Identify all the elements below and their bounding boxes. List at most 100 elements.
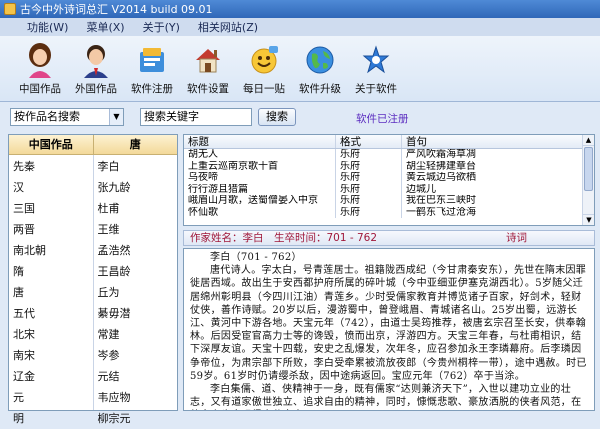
list-item[interactable]: 王昌龄	[94, 261, 178, 282]
search-mode-value: 按作品名搜索	[14, 110, 80, 123]
app-icon	[4, 3, 16, 15]
scroll-down-icon[interactable]: ▼	[583, 214, 594, 225]
list-item[interactable]: 先秦	[9, 156, 93, 177]
cell-title: 乌夜啼	[184, 172, 336, 184]
content-area: 标题 格式 首句 胡无人 乐府 严风吹霜海草凋 上重云巡南京歌十首 乐府 胡尘轻拂建章台…	[183, 134, 595, 411]
about-button[interactable]: 关于软件	[348, 36, 404, 102]
biography-heading: 李白（701 - 762）	[210, 252, 302, 263]
scrollbar-thumb[interactable]	[584, 147, 593, 191]
list-item[interactable]: 李白	[94, 156, 178, 177]
column-format[interactable]: 格式	[336, 135, 402, 148]
column-title[interactable]: 标题	[184, 135, 336, 148]
table-row[interactable]: 行行游且猎篇 乐府 边城儿	[184, 183, 594, 195]
chinese-works-button[interactable]: 中国作品	[12, 36, 68, 102]
cell-format: 乐府	[336, 172, 402, 184]
chinese-woman-avatar-icon	[23, 42, 57, 78]
cell-title: 胡无人	[184, 149, 336, 161]
toolbar: 中国作品 外国作品 软件注册 软件设置 每日一贴 软件升级 关于软件	[0, 36, 600, 102]
foreign-man-avatar-icon	[79, 42, 113, 78]
cell-format: 乐府	[336, 195, 402, 207]
list-item[interactable]: 柳宗元	[94, 408, 178, 429]
list-item[interactable]: 杜甫	[94, 198, 178, 219]
list-item[interactable]: 王维	[94, 219, 178, 240]
title-bar: 古今中外诗词总汇 V2014 build 09.01	[0, 0, 600, 18]
list-item[interactable]: 隋	[9, 261, 93, 282]
biography-text[interactable]: 李白（701 - 762） 唐代诗人。字太白，号青莲居士。祖籍陇西成纪（今甘肃秦…	[183, 248, 595, 411]
cell-first-line: 一鹤东飞过沧海	[406, 206, 476, 218]
smiley-face-icon	[247, 42, 281, 78]
list-item[interactable]: 张九龄	[94, 177, 178, 198]
chevron-down-icon[interactable]: ▼	[109, 109, 123, 125]
table-row[interactable]: 上重云巡南京歌十首 乐府 胡尘轻拂建章台	[184, 160, 594, 172]
cell-title: 上重云巡南京歌十首	[184, 160, 336, 172]
table-header: 标题 格式 首句	[184, 135, 594, 149]
menu-related-sites[interactable]: 相关网站(Z)	[189, 19, 267, 35]
cell-first-line: 黄云城边乌欲栖	[406, 172, 476, 183]
list-item[interactable]: 綦毋潜	[94, 303, 178, 324]
table-scrollbar[interactable]: ▲ ▼	[582, 135, 594, 225]
scroll-up-icon[interactable]: ▲	[583, 135, 594, 146]
house-settings-icon	[191, 42, 225, 78]
list-item[interactable]: 元	[9, 387, 93, 408]
menu-menu[interactable]: 菜单(X)	[77, 19, 133, 35]
list-item[interactable]: 两晋	[9, 219, 93, 240]
list-item[interactable]: 孟浩然	[94, 240, 178, 261]
toolbar-label: 外国作品	[75, 83, 117, 95]
list-item[interactable]: 唐	[9, 282, 93, 303]
search-keyword-input[interactable]: 搜索关键字	[140, 108, 252, 126]
table-row[interactable]: 乌夜啼 乐府 黄云城边乌欲栖	[184, 172, 594, 184]
table-row[interactable]: 怀仙歌 乐府 一鹤东飞过沧海	[184, 206, 594, 218]
list-item[interactable]: 丘为	[94, 282, 178, 303]
settings-button[interactable]: 软件设置	[180, 36, 236, 102]
category-header: 中国作品 唐	[9, 135, 177, 155]
list-item[interactable]: 五代	[9, 303, 93, 324]
foreign-works-button[interactable]: 外国作品	[68, 36, 124, 102]
register-box-icon	[135, 42, 169, 78]
table-row[interactable]: 峨眉山月歌，送蜀僧晏入中京 乐府 我在巴东三峡时	[184, 195, 594, 207]
author-lifespan: 生卒时间：701 - 762	[274, 232, 378, 244]
list-item[interactable]: 韦应物	[94, 387, 178, 408]
list-item[interactable]: 三国	[9, 198, 93, 219]
dynasty-list: 先秦 汉 三国 两晋 南北朝 隋 唐 五代 北宋 南宋 辽金 元 明	[9, 155, 94, 425]
list-item[interactable]: 辽金	[9, 366, 93, 387]
toolbar-label: 中国作品	[19, 83, 61, 95]
category-panel: 中国作品 唐 先秦 汉 三国 两晋 南北朝 隋 唐 五代 北宋 南宋 辽金 元 …	[8, 134, 178, 425]
toolbar-label: 软件设置	[187, 83, 229, 95]
biography-paragraph: 唐代诗人。字太白，号青莲居士。祖籍陇西成纪（今甘肃秦安东），先世在隋末因罪徙居西…	[190, 265, 587, 382]
poet-list: 李白 张九龄 杜甫 王维 孟浩然 王昌龄 丘为 綦毋潜 常建 岑参 元结 韦应物…	[94, 155, 178, 425]
works-table: 标题 格式 首句 胡无人 乐府 严风吹霜海草凋 上重云巡南京歌十首 乐府 胡尘轻拂建章台…	[183, 134, 595, 226]
search-mode-select[interactable]: 按作品名搜索 ▼	[10, 108, 124, 126]
daily-post-button[interactable]: 每日一贴	[236, 36, 292, 102]
column-first-line[interactable]: 首句	[402, 135, 594, 148]
list-item[interactable]: 北宋	[9, 324, 93, 345]
menu-about[interactable]: 关于(Y)	[134, 19, 189, 35]
cell-title: 峨眉山月歌，送蜀僧晏入中京	[184, 195, 336, 207]
menu-function[interactable]: 功能(W)	[18, 19, 77, 35]
tab-chinese-works[interactable]: 中国作品	[9, 135, 94, 154]
author-info-bar: 作家姓名：李白 生卒时间：701 - 762 诗词	[183, 230, 595, 246]
cell-first-line: 边城儿	[406, 183, 436, 195]
list-item[interactable]: 明	[9, 408, 93, 429]
toolbar-label: 软件升级	[299, 83, 341, 95]
list-item[interactable]: 南北朝	[9, 240, 93, 261]
cell-first-line: 严风吹霜海草凋	[406, 149, 476, 160]
cell-title: 怀仙歌	[184, 206, 336, 218]
cell-first-line: 胡尘轻拂建章台	[406, 160, 476, 172]
search-button[interactable]: 搜索	[258, 108, 296, 126]
cell-format: 乐府	[336, 160, 402, 172]
toolbar-label: 关于软件	[355, 83, 397, 95]
table-row[interactable]: 胡无人 乐府 严风吹霜海草凋	[184, 149, 594, 161]
cell-format: 乐府	[336, 183, 402, 195]
cell-format: 乐府	[336, 149, 402, 161]
cell-first-line: 我在巴东三峡时	[406, 195, 476, 206]
list-item[interactable]: 常建	[94, 324, 178, 345]
tab-current-dynasty[interactable]: 唐	[94, 135, 178, 154]
register-button[interactable]: 软件注册	[124, 36, 180, 102]
list-item[interactable]: 南宋	[9, 345, 93, 366]
upgrade-button[interactable]: 软件升级	[292, 36, 348, 102]
list-item[interactable]: 岑参	[94, 345, 178, 366]
menu-bar: 功能(W) 菜单(X) 关于(Y) 相关网站(Z)	[0, 18, 600, 36]
star-wings-icon	[359, 42, 393, 78]
list-item[interactable]: 元结	[94, 366, 178, 387]
list-item[interactable]: 汉	[9, 177, 93, 198]
